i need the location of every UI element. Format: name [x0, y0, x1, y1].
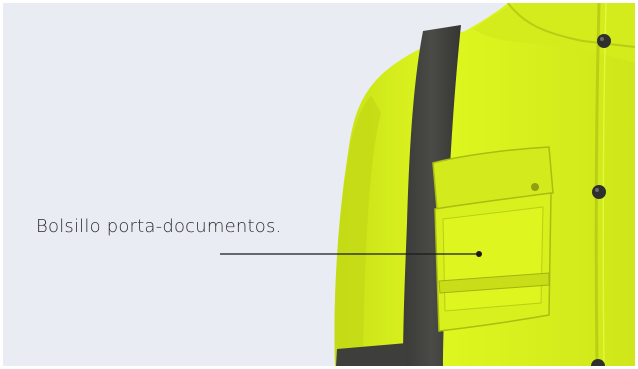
pocket-callout-dot	[476, 251, 482, 257]
jacket-photo	[3, 3, 635, 366]
snap-button	[597, 34, 611, 48]
flap-snap	[531, 183, 539, 191]
product-image-frame: Bolsillo porta-documentos.	[0, 0, 638, 369]
snap-button	[592, 185, 606, 199]
pocket-callout-label: Bolsillo porta-documentos.	[36, 216, 282, 237]
